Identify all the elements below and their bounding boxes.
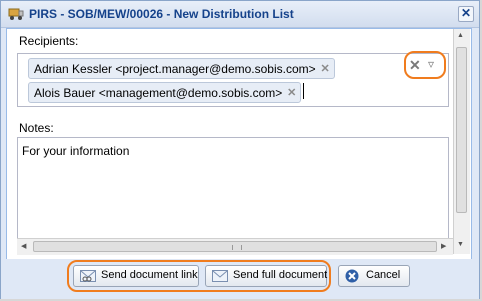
- scroll-left-icon[interactable]: ◀: [21, 242, 26, 250]
- truck-icon: [8, 8, 24, 20]
- remove-recipient-icon[interactable]: ✕: [320, 62, 329, 75]
- recipients-label: Recipients:: [19, 34, 79, 48]
- horizontal-scroll-thumb[interactable]: [33, 241, 437, 252]
- scroll-right-icon[interactable]: ▶: [441, 242, 446, 250]
- title-bar: PIRS - SOB/MEW/00026 - New Distribution …: [1, 1, 479, 28]
- recipient-chip-label: Alois Bauer <management@demo.sobis.com>: [34, 86, 283, 100]
- scroll-grip-icon: [232, 245, 242, 250]
- clear-recipients-icon[interactable]: ✕: [409, 57, 421, 74]
- send-document-link-label: Send document link: [101, 269, 198, 281]
- window-title: PIRS - SOB/MEW/00026 - New Distribution …: [29, 7, 294, 21]
- dropdown-trigger-icon[interactable]: ▿: [428, 57, 434, 71]
- text-cursor: [303, 83, 304, 99]
- notes-textarea[interactable]: For your information: [17, 137, 449, 252]
- remove-recipient-icon[interactable]: ✕: [287, 86, 296, 99]
- horizontal-scrollbar[interactable]: ◀ ▶: [17, 238, 453, 255]
- cancel-button[interactable]: Cancel: [338, 265, 410, 287]
- cancel-label: Cancel: [366, 269, 401, 281]
- cancel-icon: [345, 269, 359, 283]
- dialog-window: PIRS - SOB/MEW/00026 - New Distribution …: [0, 0, 480, 299]
- send-document-link-button[interactable]: Send document link: [73, 265, 199, 287]
- link-document-icon: [80, 270, 96, 282]
- notes-label: Notes:: [19, 121, 54, 135]
- recipient-chip: Adrian Kessler <project.manager@demo.sob…: [28, 58, 335, 79]
- send-full-document-label: Send full document: [233, 269, 328, 281]
- scroll-up-icon[interactable]: ▲: [457, 32, 464, 39]
- envelope-icon: [212, 270, 228, 282]
- vertical-scrollbar[interactable]: ▲ ▼: [453, 29, 470, 254]
- recipient-chip-label: Adrian Kessler <project.manager@demo.sob…: [34, 62, 316, 76]
- scroll-down-icon[interactable]: ▼: [457, 241, 464, 248]
- send-full-document-button[interactable]: Send full document: [205, 265, 327, 287]
- close-button[interactable]: ✕: [458, 6, 474, 22]
- recipient-chip: Alois Bauer <management@demo.sobis.com> …: [28, 82, 302, 103]
- vertical-scroll-thumb[interactable]: [456, 47, 467, 213]
